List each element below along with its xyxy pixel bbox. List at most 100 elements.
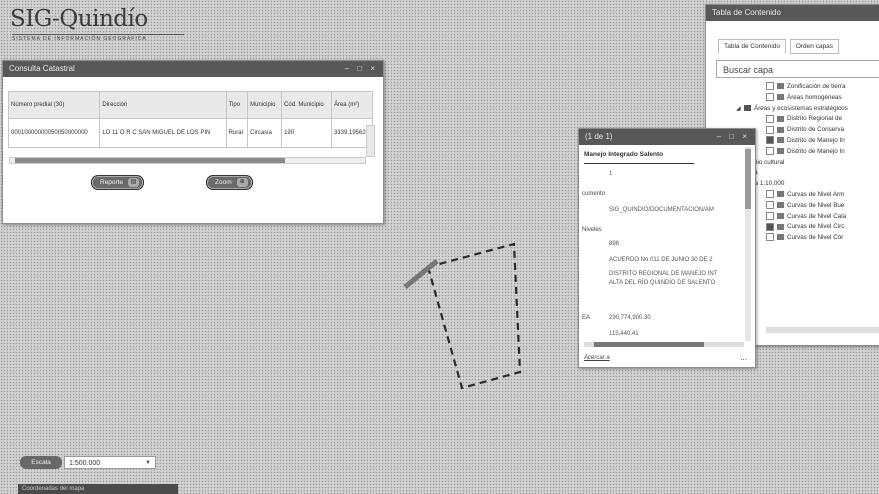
layer-search-input[interactable]: Buscar capa [716,60,879,78]
layer-visibility-checkbox[interactable] [766,114,774,123]
layer-icon [777,212,784,219]
layer-visibility-checkbox[interactable] [766,211,774,220]
field-label: EA [582,315,591,321]
field-value: 290,774,900.30 [609,315,651,321]
layer-icon [777,137,784,144]
popup-vertical-scrollbar[interactable] [745,147,751,341]
toc-titlebar[interactable]: Tabla de Contenido [706,5,879,21]
scale-select[interactable]: 1:500.000 ▼ [64,456,156,469]
toc-tabs: Tabla de Contenido Orden capas [718,39,841,54]
field-value: ALTA DEL RÍO QUINDÍO DE SALENTO [609,280,716,286]
toc-item-label: Curvas de Nivel Bue [787,201,845,209]
coordinates-readout: Coordenadas del mapa [18,484,178,494]
field-value: 115,440.41 [609,331,639,337]
column-header[interactable]: Tipo [225,91,249,119]
popup-window-controls[interactable]: – □ × [717,129,750,145]
scrollbar-thumb[interactable] [745,149,751,209]
layer-icon [777,202,784,209]
toc-item-label: Distrito de Manejo In [787,147,845,155]
field-label: cumento [582,191,606,197]
scale-value: 1:500.000 [69,460,101,467]
cadastral-table: Número predial (30) Dirección Tipo Munic… [7,91,374,148]
field-value: DISTRITO REGIONAL DE MANEJO INT [609,271,718,277]
field-value: ACUERDO No 011 DE JUNIO 30 DE 2 [609,257,713,263]
layer-icon [777,83,784,90]
toc-item[interactable]: Zonificación de tierra [706,82,879,93]
toc-item-label: Zonificación de tierra [787,83,846,90]
toc-item-label: Áreas y ecosistemas estratégicos [754,104,848,112]
layer-icon [777,126,784,133]
popup-title-rule [584,163,694,164]
toc-horizontal-scrollbar[interactable] [766,327,879,333]
window-controls[interactable]: – □ × [345,61,378,77]
field-value: 1 [609,171,613,177]
layer-visibility-checkbox[interactable] [766,147,774,156]
zoom-to-link[interactable]: Acercar a [584,355,610,361]
field-value-link[interactable]: SIG_QUINDIO/DOCUMENTACION/AM [609,207,714,213]
feature-info-popup: (1 de 1) – □ × Manejo Integrado Salento … [578,128,756,368]
toc-item-label: Curvas de Nivel Cór [787,234,844,242]
cell-municipality: Circasia [247,118,283,148]
table-row[interactable]: 00010000000050050000000 LO 11 O R C SAN … [7,118,374,148]
layer-icon [777,191,784,198]
layer-icon [777,94,784,101]
report-button[interactable]: Reporte ▤ [91,175,145,190]
chevron-down-icon: ▼ [145,460,151,466]
layer-visibility-checkbox[interactable] [766,125,774,134]
layer-visibility-checkbox[interactable] [766,82,774,91]
zoom-button-label: Zoom [215,179,232,186]
toc-item-label: Distrito de Conserva [787,126,845,134]
table-vertical-scrollbar[interactable] [366,125,375,157]
zoom-icon: ⊕ [236,178,248,187]
popup-titlebar[interactable]: (1 de 1) – □ × [579,129,755,145]
layer-visibility-checkbox[interactable] [766,201,774,210]
field-value: 898 [609,241,620,247]
zoom-button[interactable]: Zoom ⊕ [206,175,253,190]
cell-address: LO 11 O R C SAN MIGUEL DE LOS PIN [99,118,227,148]
layer-visibility-checkbox[interactable] [766,222,774,231]
cadastral-titlebar[interactable]: Consulta Catastral – □ × [3,61,383,77]
column-header[interactable]: Municipio [247,91,283,119]
layer-icon [777,223,784,230]
parcel-outline[interactable] [426,242,522,390]
column-header[interactable]: Dirección [99,91,227,119]
layer-visibility-checkbox[interactable] [766,233,774,242]
toc-item[interactable]: Distrito Regional de [706,114,879,125]
popup-horizontal-scrollbar[interactable] [584,342,744,347]
document-icon: ▤ [128,178,140,187]
cell-municipality-code: 190 [281,118,332,148]
toc-item-label: Curvas de Nivel Arm [787,190,845,198]
scrollbar-thumb[interactable] [594,342,704,347]
cell-type: Rural [225,118,249,148]
tab-table-of-contents[interactable]: Tabla de Contenido [718,39,787,54]
layer-icon [777,115,784,122]
table-horizontal-scrollbar[interactable] [9,157,366,164]
toc-item-label: Áreas homogéneas [787,93,842,101]
toc-title: Tabla de Contenido [712,8,781,17]
cadastral-title: Consulta Catastral [9,64,75,73]
scale-button[interactable]: Escala [20,456,62,469]
folder-icon [744,104,751,111]
scrollbar-thumb[interactable] [15,158,285,163]
field-label: Niveles [582,227,602,233]
layer-visibility-checkbox[interactable] [766,136,774,145]
toc-item-label: Distrito de Manejo In [787,136,845,144]
expand-arrow-icon[interactable]: ◢ [736,104,744,115]
layer-icon [777,148,784,155]
toc-item-label: Curvas de Nivel Circ [787,223,845,231]
cadastral-query-panel: Consulta Catastral – □ × Número predial … [2,60,384,224]
report-button-label: Reporte [100,179,124,186]
popup-page-indicator: (1 de 1) [585,132,613,141]
toc-item[interactable]: Áreas homogéneas [706,93,879,104]
popup-title: Manejo Integrado Salento [584,151,664,158]
column-header[interactable]: Número predial (30) [7,91,101,119]
toc-item-label: Curvas de Nivel Cala [787,212,847,220]
column-header[interactable]: Área (m²) [330,91,374,119]
column-header[interactable]: Cód. Municipio [281,91,332,119]
layer-visibility-checkbox[interactable] [766,93,774,102]
toc-item[interactable]: ◢ Áreas y ecosistemas estratégicos [706,104,879,115]
more-options-button[interactable]: ... [740,353,747,362]
tab-layer-order[interactable]: Orden capas [789,39,840,54]
layer-visibility-checkbox[interactable] [766,190,774,199]
cell-parcel-number: 00010000000050050000000 [7,118,101,148]
